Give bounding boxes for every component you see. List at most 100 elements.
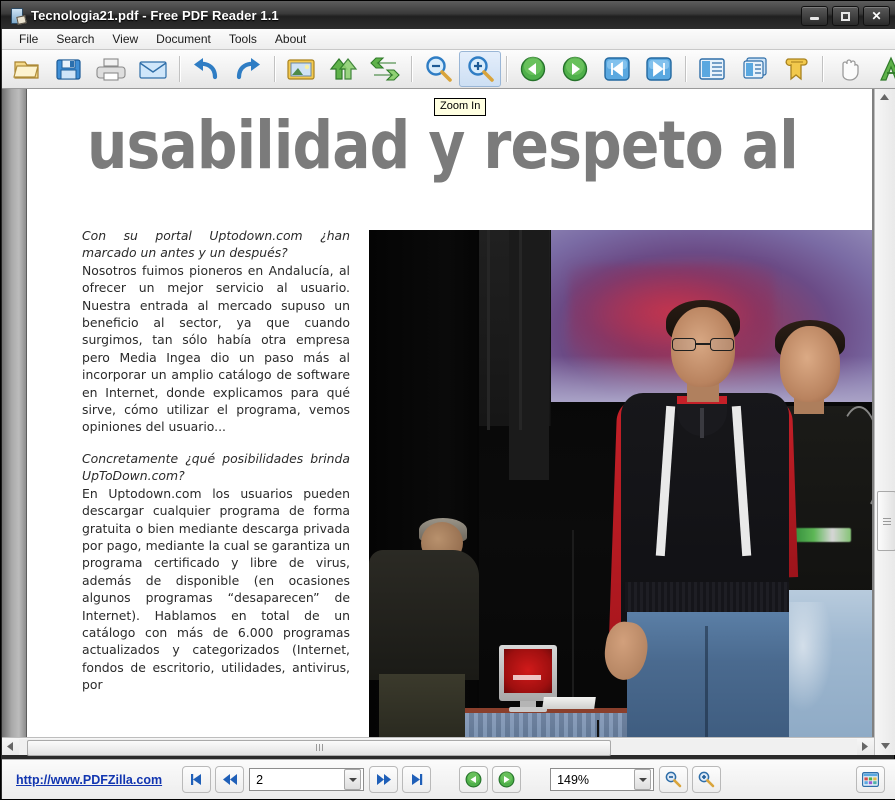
rotate-left-icon xyxy=(465,771,482,788)
rotate-left-button[interactable] xyxy=(459,766,488,793)
convert-button[interactable] xyxy=(364,51,406,87)
toolbar-separator xyxy=(822,56,823,82)
tooltip: Zoom In xyxy=(434,98,486,116)
open-button[interactable] xyxy=(6,51,48,87)
undo-icon xyxy=(191,55,221,83)
next-page-icon xyxy=(376,773,392,786)
hand-tool-button[interactable] xyxy=(828,51,870,87)
menu-file[interactable]: File xyxy=(10,30,47,48)
zoom-in-button[interactable] xyxy=(459,51,501,87)
hand-tool-icon xyxy=(834,55,864,83)
save-button[interactable] xyxy=(48,51,90,87)
select-text-button[interactable] xyxy=(870,51,895,87)
menu-about[interactable]: About xyxy=(266,30,315,48)
zoom-in-key-icon xyxy=(698,771,715,788)
redo-button[interactable] xyxy=(227,51,269,87)
pdf-page: usabilidad y respeto al Con su portal Up… xyxy=(27,89,872,737)
zoom-out-button[interactable] xyxy=(417,51,459,87)
open-icon xyxy=(12,55,42,83)
next-page-button[interactable] xyxy=(554,51,596,87)
close-button[interactable]: ✕ xyxy=(863,6,890,26)
page-number-dropdown-arrow[interactable] xyxy=(344,769,361,790)
scroll-right-button[interactable] xyxy=(857,739,874,755)
toolbar-separator xyxy=(685,56,686,82)
zoom-out-status-button[interactable] xyxy=(659,766,688,793)
menu-tools[interactable]: Tools xyxy=(220,30,266,48)
email-button[interactable] xyxy=(132,51,174,87)
next-page-nav-button[interactable] xyxy=(369,766,398,793)
export-up-icon xyxy=(328,55,358,83)
print-button[interactable] xyxy=(90,51,132,87)
next-page-icon xyxy=(560,55,590,83)
eyeglasses xyxy=(670,338,736,351)
first-page-button[interactable] xyxy=(596,51,638,87)
thumbnails-button[interactable] xyxy=(856,766,885,793)
zoom-level-dropdown-arrow[interactable] xyxy=(634,769,651,790)
single-page-view-icon xyxy=(697,55,727,83)
last-page-button[interactable] xyxy=(638,51,680,87)
pdfzilla-link[interactable]: http://www.PDFZilla.com xyxy=(16,773,162,787)
scroll-left-button[interactable] xyxy=(2,739,19,755)
previous-page-icon xyxy=(518,55,548,83)
free-pdf-reader-window: Tecnologia21.pdf - Free PDF Reader 1.1 ✕… xyxy=(0,0,895,800)
first-page-nav-button[interactable] xyxy=(182,766,211,793)
horizontal-scroll-thumb[interactable] xyxy=(27,740,611,756)
vertical-scrollbar[interactable] xyxy=(874,89,895,755)
horizontal-scroll-track[interactable] xyxy=(19,739,857,755)
print-icon xyxy=(96,55,126,83)
zoom-level-value: 149% xyxy=(551,773,634,787)
menu-view[interactable]: View xyxy=(103,30,147,48)
multi-page-view-button[interactable] xyxy=(733,51,775,87)
zoom-out-key-icon xyxy=(665,771,682,788)
previous-page-button[interactable] xyxy=(512,51,554,87)
bookmark-button[interactable] xyxy=(775,51,817,87)
rotate-right-button[interactable] xyxy=(492,766,521,793)
background-person xyxy=(369,518,487,737)
title-bar[interactable]: Tecnologia21.pdf - Free PDF Reader 1.1 ✕ xyxy=(1,1,895,29)
status-bar: http://www.PDFZilla.com 2 xyxy=(2,759,895,799)
undo-button[interactable] xyxy=(185,51,227,87)
article-answer-1: Nosotros fuimos pioneros en Andalucía, a… xyxy=(82,262,350,436)
page-gutter xyxy=(2,89,27,737)
save-icon xyxy=(54,55,84,83)
redo-icon xyxy=(233,55,263,83)
convert-to-image-button[interactable] xyxy=(280,51,322,87)
menu-search[interactable]: Search xyxy=(47,30,103,48)
vertical-scroll-thumb[interactable] xyxy=(877,491,895,551)
article-question-1: Con su portal Uptodown.com ¿han marcado … xyxy=(82,227,350,262)
multi-page-view-icon xyxy=(739,55,769,83)
page-number-value: 2 xyxy=(250,773,344,787)
toolbar-separator xyxy=(411,56,412,82)
window-title: Tecnologia21.pdf - Free PDF Reader 1.1 xyxy=(31,8,279,23)
convert-to-image-icon xyxy=(286,55,316,83)
article-answer-2: En Uptodown.com los usuarios pueden desc… xyxy=(82,485,350,694)
zoom-in-status-button[interactable] xyxy=(692,766,721,793)
zoom-out-icon xyxy=(423,55,453,83)
export-button[interactable] xyxy=(322,51,364,87)
email-icon xyxy=(138,55,168,83)
window-controls: ✕ xyxy=(801,6,890,26)
zoom-in-icon xyxy=(465,55,495,83)
last-page-nav-button[interactable] xyxy=(402,766,431,793)
menu-bar: File Search View Document Tools About xyxy=(2,29,895,50)
page-number-combo[interactable]: 2 xyxy=(249,768,364,791)
minimize-button[interactable] xyxy=(801,6,828,26)
conference-stage-photo xyxy=(369,230,872,737)
first-page-icon xyxy=(602,55,632,83)
zoom-level-combo[interactable]: 149% xyxy=(550,768,654,791)
pdf-document-icon xyxy=(9,7,25,23)
toolbar-separator xyxy=(179,56,180,82)
article-question-2: Concretamente ¿qué posibilidades brinda … xyxy=(82,450,350,485)
previous-page-nav-button[interactable] xyxy=(215,766,244,793)
single-page-view-button[interactable] xyxy=(691,51,733,87)
main-toolbar xyxy=(2,50,895,89)
article-column: Con su portal Uptodown.com ¿han marcado … xyxy=(82,227,350,694)
scroll-up-button[interactable] xyxy=(875,89,894,106)
horizontal-scrollbar[interactable] xyxy=(2,737,874,755)
menu-document[interactable]: Document xyxy=(147,30,220,48)
maximize-button[interactable] xyxy=(832,6,859,26)
scroll-down-button[interactable] xyxy=(876,738,895,755)
document-view[interactable]: usabilidad y respeto al Con su portal Up… xyxy=(2,89,895,737)
bookmark-icon xyxy=(781,55,811,83)
toolbar-separator xyxy=(274,56,275,82)
